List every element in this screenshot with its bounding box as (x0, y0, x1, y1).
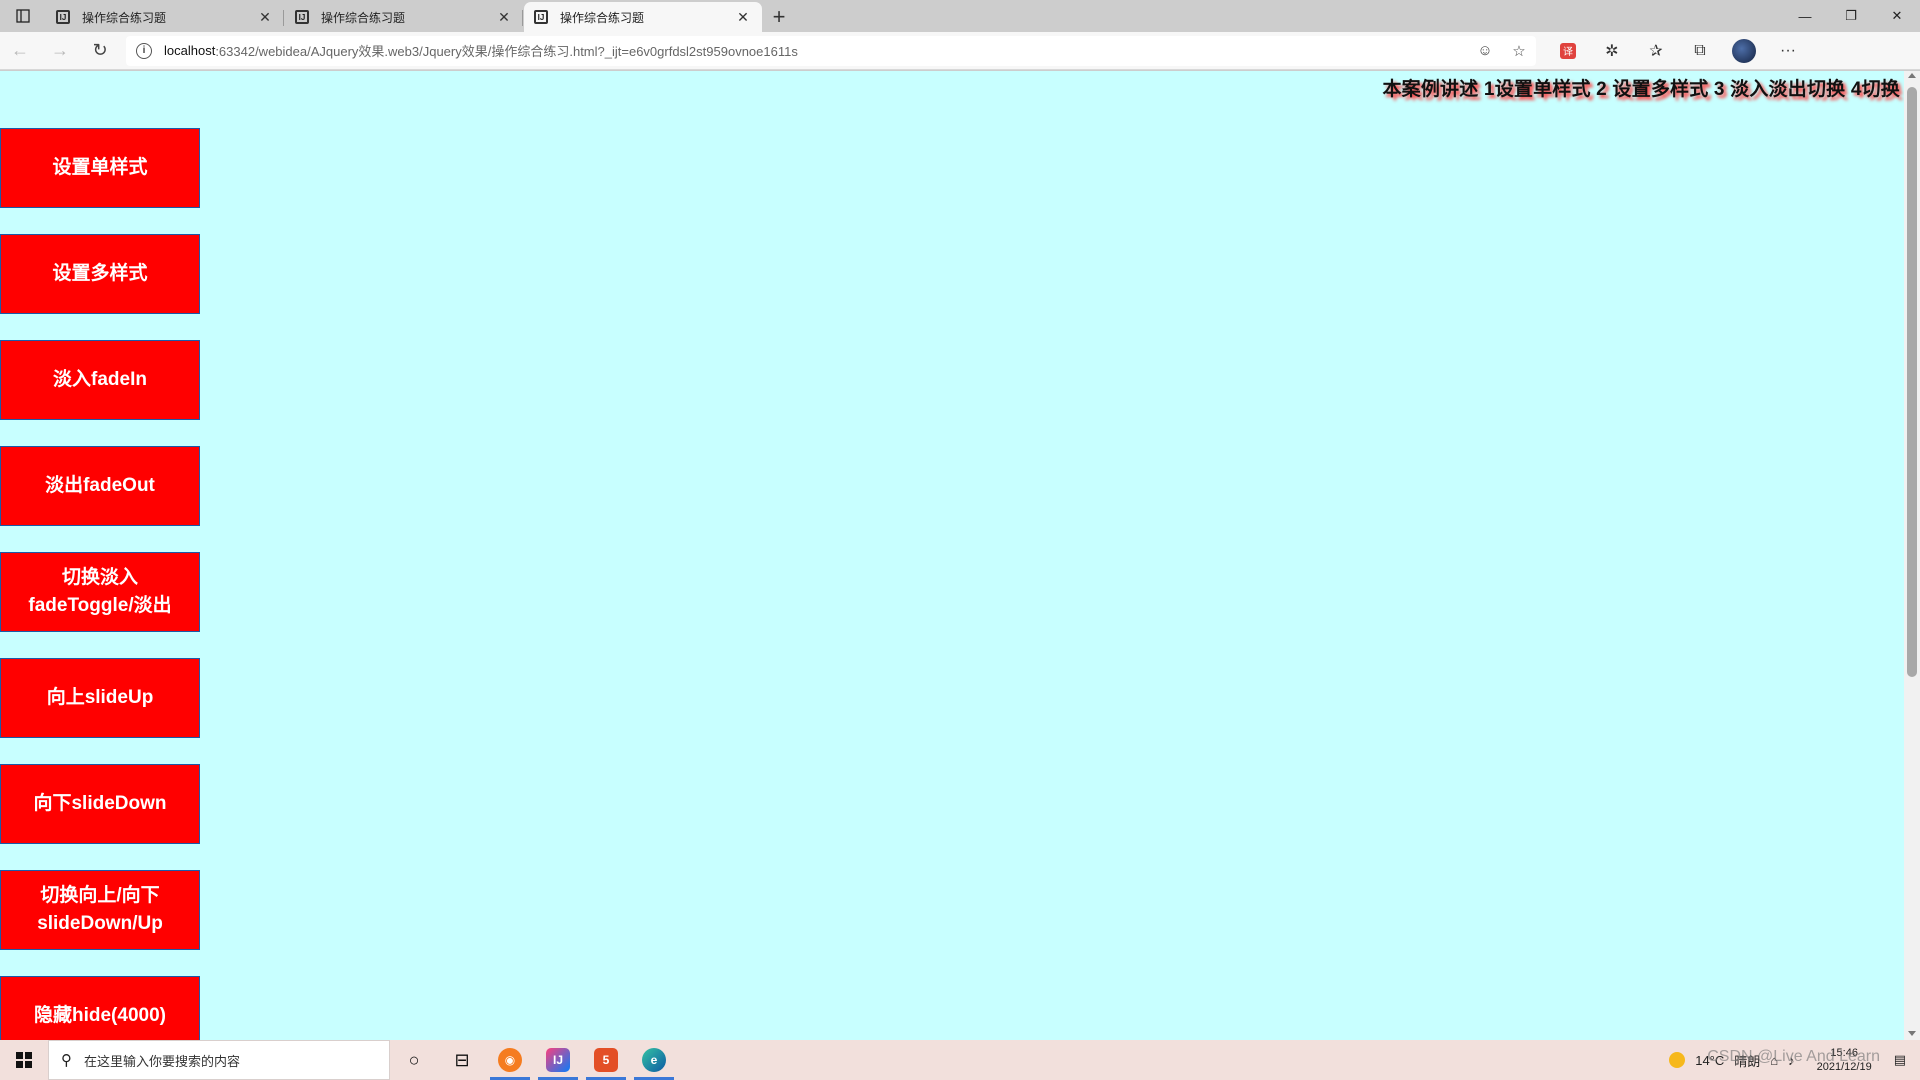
extensions-puzzle-icon[interactable]: ✲ (1590, 35, 1634, 67)
browser-toolbar: ← → ↻ i localhost:63342/webidea/AJquery效… (0, 32, 1920, 70)
search-placeholder: 在这里输入你要搜索的内容 (84, 1053, 241, 1069)
intellij-favicon-icon: IJ (534, 10, 548, 24)
back-arrow-icon[interactable]: ← (0, 35, 40, 67)
csdn-watermark: CSDN @Live And Learn (1707, 1048, 1880, 1065)
add-favorite-star-icon[interactable]: ☆ (1502, 42, 1536, 60)
tab-actions-icon[interactable] (0, 0, 46, 32)
hide-button[interactable]: 隐藏hide(4000) (0, 976, 200, 1040)
scrollbar-thumb[interactable] (1907, 87, 1917, 677)
set-multi-style-button[interactable]: 设置多样式 (0, 234, 200, 314)
taskbar-search-box[interactable]: ⚲ 在这里输入你要搜索的内容 (48, 1040, 390, 1080)
marquee-text: 本案例讲述 1设置单样式 2 设置多样式 3 淡入淡出切换 4切换 (1382, 79, 1900, 100)
minimize-icon[interactable]: — (1782, 0, 1828, 32)
cortana-circle-icon[interactable]: ○ (390, 1040, 438, 1080)
new-tab-plus-icon[interactable]: + (763, 2, 795, 32)
vertical-scrollbar[interactable] (1904, 71, 1920, 1040)
window-controls: — ❐ ✕ (1782, 0, 1920, 32)
fade-in-button[interactable]: 淡入fadeIn (0, 340, 200, 420)
tab-title: 操作综合练习题 (560, 10, 645, 25)
scroll-up-arrow-icon[interactable] (1908, 73, 1916, 78)
fade-out-button[interactable]: 淡出fadeOut (0, 446, 200, 526)
slide-down-button[interactable]: 向下slideDown (0, 764, 200, 844)
slide-up-button[interactable]: 向上slideUp (0, 658, 200, 738)
forward-arrow-icon[interactable]: → (40, 35, 80, 67)
notification-icon[interactable]: ▤ (1894, 1052, 1906, 1068)
start-button[interactable] (0, 1040, 48, 1080)
extension-red-icon[interactable]: 译 (1546, 35, 1590, 67)
tab-strip: IJ 操作综合练习题 ✕ IJ 操作综合练习题 ✕ IJ 操作综合练习题 ✕ +… (0, 0, 1920, 32)
scroll-down-arrow-icon[interactable] (1908, 1031, 1916, 1036)
close-window-icon[interactable]: ✕ (1874, 0, 1920, 32)
firefox-app-icon[interactable]: ◉ (486, 1040, 534, 1080)
task-view-icon[interactable]: ⊟ (438, 1040, 486, 1080)
fade-toggle-button[interactable]: 切换淡入 fadeToggle/淡出 (0, 552, 200, 632)
windows-logo-icon (16, 1052, 32, 1068)
tab-title: 操作综合练习题 (82, 10, 167, 25)
edge-app-icon[interactable]: e (630, 1040, 678, 1080)
refresh-icon[interactable]: ↻ (80, 35, 120, 67)
windows-taskbar: ⚲ 在这里输入你要搜索的内容 ○ ⊟ ◉ IJ 5 e 14°C 晴朗 ⌂ ♪ … (0, 1040, 1920, 1080)
restore-icon[interactable]: ❐ (1828, 0, 1874, 32)
address-bar[interactable]: i localhost:63342/webidea/AJquery效果.web3… (126, 35, 1536, 66)
tab-2[interactable]: IJ 操作综合练习题 ✕ (285, 2, 523, 32)
tab-title: 操作综合练习题 (321, 10, 406, 25)
weather-sun-icon[interactable] (1669, 1052, 1686, 1068)
favorites-icon[interactable]: ✰ (1634, 35, 1678, 67)
search-icon: ⚲ (61, 1052, 72, 1069)
close-icon[interactable]: ✕ (256, 8, 274, 26)
more-options-icon[interactable]: ··· (1766, 35, 1810, 67)
page-viewport: 本案例讲述 1设置单样式 2 设置多样式 3 淡入淡出切换 4切换 设置单样式 … (0, 71, 1920, 1040)
site-info-icon[interactable]: i (136, 42, 152, 59)
profile-avatar[interactable] (1722, 35, 1766, 67)
tab-1[interactable]: IJ 操作综合练习题 ✕ (46, 2, 284, 32)
tab-3-active[interactable]: IJ 操作综合练习题 ✕ (524, 2, 762, 32)
tracking-icon[interactable]: ☺ (1468, 42, 1502, 59)
slide-toggle-button[interactable]: 切换向上/向下 slideDown/Up (0, 870, 200, 950)
intellij-app-icon[interactable]: IJ (534, 1040, 582, 1080)
close-icon[interactable]: ✕ (495, 8, 513, 26)
url-path: :63342/webidea/AJquery效果.web3/Jquery效果/操… (215, 44, 798, 59)
intellij-favicon-icon: IJ (295, 10, 309, 24)
html5-app-icon[interactable]: 5 (582, 1040, 630, 1080)
set-single-style-button[interactable]: 设置单样式 (0, 128, 200, 208)
intellij-favicon-icon: IJ (56, 10, 70, 24)
collections-icon[interactable]: ⧉ (1678, 35, 1722, 67)
url-host: localhost (164, 43, 216, 58)
close-icon[interactable]: ✕ (734, 8, 752, 26)
